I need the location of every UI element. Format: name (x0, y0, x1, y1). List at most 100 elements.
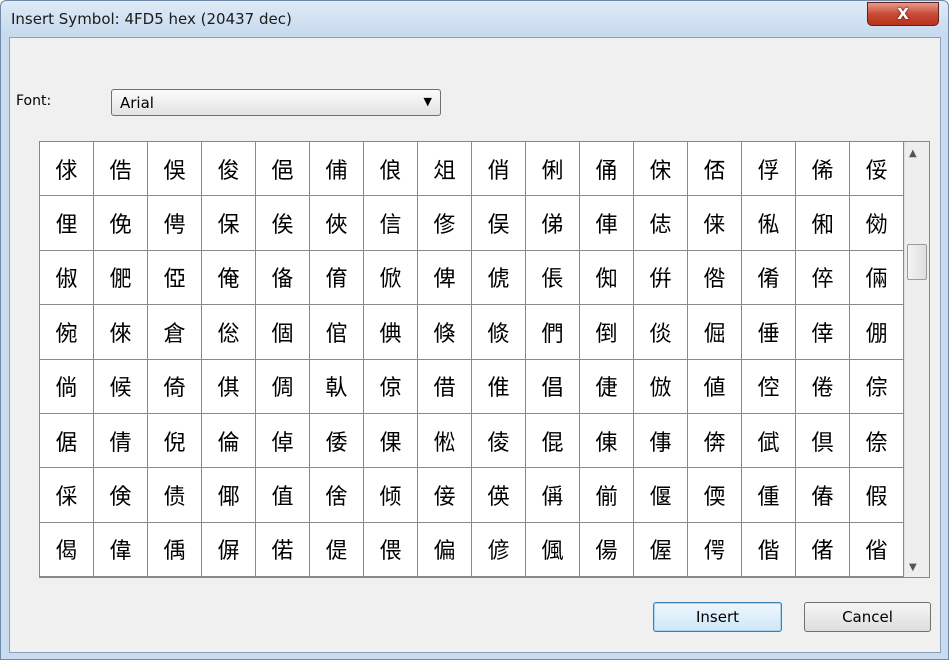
symbol-cell[interactable]: 俣 (472, 196, 526, 251)
symbol-cell[interactable]: 俤 (526, 196, 580, 251)
symbol-cell[interactable]: 偓 (634, 522, 688, 578)
symbol-cell[interactable]: 倨 (40, 413, 94, 469)
symbol-cell[interactable]: 俾 (418, 250, 472, 306)
symbol-cell[interactable]: 俷 (94, 250, 148, 306)
symbol-cell[interactable]: 們 (526, 305, 580, 360)
symbol-cell[interactable]: 偑 (526, 522, 580, 578)
cancel-button[interactable]: Cancel (804, 602, 931, 632)
symbol-cell[interactable]: 俀 (850, 142, 904, 197)
symbol-cell[interactable]: 倷 (850, 413, 904, 469)
symbol-cell[interactable]: 偎 (364, 522, 418, 578)
symbol-cell[interactable]: 偄 (688, 468, 742, 523)
close-button[interactable]: X (867, 2, 939, 26)
symbol-cell[interactable]: 倆 (850, 250, 904, 306)
symbol-cell[interactable]: 俍 (364, 142, 418, 197)
insert-button[interactable]: Insert (653, 602, 782, 632)
symbol-cell[interactable]: 偔 (688, 522, 742, 578)
symbol-cell[interactable]: 偋 (202, 522, 256, 578)
symbol-cell[interactable]: 保 (202, 196, 256, 251)
symbol-cell[interactable]: 偁 (526, 468, 580, 523)
symbol-cell[interactable]: 偍 (310, 522, 364, 578)
symbol-cell[interactable]: 俛 (94, 196, 148, 251)
symbol-cell[interactable]: 倚 (148, 359, 202, 414)
symbol-cell[interactable]: 倩 (94, 413, 148, 469)
symbol-cell[interactable]: 倐 (472, 305, 526, 360)
symbol-cell[interactable]: 倿 (418, 468, 472, 523)
symbol-cell[interactable]: 债 (148, 468, 202, 523)
symbol-cell[interactable]: 俟 (256, 196, 310, 251)
symbol-cell[interactable]: 倯 (418, 413, 472, 469)
symbol-cell[interactable]: 俑 (580, 142, 634, 197)
symbol-cell[interactable]: 俁 (148, 142, 202, 197)
symbol-cell[interactable]: 俹 (148, 250, 202, 306)
symbol-cell[interactable]: 倂 (634, 250, 688, 306)
symbol-cell[interactable]: 偀 (472, 468, 526, 523)
symbol-cell[interactable]: 倇 (40, 305, 94, 360)
symbol-cell[interactable]: 倛 (202, 359, 256, 414)
symbol-cell[interactable]: 倭 (310, 413, 364, 469)
symbol-cell[interactable]: 倽 (310, 468, 364, 523)
vertical-scrollbar[interactable]: ▲ ▼ (904, 142, 929, 577)
symbol-cell[interactable]: 倡 (526, 359, 580, 414)
symbol-cell[interactable]: 偌 (256, 522, 310, 578)
symbol-cell[interactable]: 俜 (148, 196, 202, 251)
symbol-cell[interactable]: 俌 (310, 142, 364, 197)
symbol-cell[interactable]: 倶 (796, 413, 850, 469)
symbol-cell[interactable]: 俚 (40, 196, 94, 251)
symbol-cell[interactable]: 倲 (580, 413, 634, 469)
symbol-cell[interactable]: 信 (364, 196, 418, 251)
symbol-cell[interactable]: 俖 (688, 142, 742, 197)
symbol-cell[interactable]: 倴 (688, 413, 742, 469)
symbol-cell[interactable]: 倘 (40, 359, 94, 414)
symbol-cell[interactable]: 俰 (796, 196, 850, 251)
symbol-cell[interactable]: 値 (688, 359, 742, 414)
symbol-cell[interactable]: 俲 (850, 196, 904, 251)
symbol-cell[interactable]: 倹 (94, 468, 148, 523)
symbol-cell[interactable]: 倀 (526, 250, 580, 306)
symbol-cell[interactable]: 偖 (796, 522, 850, 578)
symbol-cell[interactable]: 倢 (580, 359, 634, 414)
symbol-cell[interactable]: 俘 (742, 142, 796, 197)
symbol-cell[interactable]: 倪 (148, 413, 202, 469)
symbol-cell[interactable]: 倄 (742, 250, 796, 306)
symbol-cell[interactable]: 倧 (850, 359, 904, 414)
symbol-cell[interactable]: 倾 (364, 468, 418, 523)
scroll-down-arrow-icon[interactable]: ▼ (909, 562, 917, 573)
symbol-cell[interactable]: 偕 (742, 522, 796, 578)
symbol-cell[interactable]: 倦 (796, 359, 850, 414)
symbol-cell[interactable]: 俊 (202, 142, 256, 197)
symbol-cell[interactable]: 倅 (796, 250, 850, 306)
symbol-cell[interactable]: 倕 (742, 305, 796, 360)
symbol-cell[interactable]: 倠 (472, 359, 526, 414)
symbol-cell[interactable]: 倁 (580, 250, 634, 306)
symbol-cell[interactable]: 偒 (580, 522, 634, 578)
symbol-cell[interactable]: 俧 (634, 196, 688, 251)
symbol-cell[interactable]: 倵 (742, 413, 796, 469)
symbol-cell[interactable]: 俻 (256, 250, 310, 306)
symbol-cell[interactable]: 俠 (310, 196, 364, 251)
symbol-cell[interactable]: 俿 (472, 250, 526, 306)
symbol-cell[interactable]: 俏 (472, 142, 526, 197)
symbol-cell[interactable]: 倓 (634, 305, 688, 360)
symbol-cell[interactable]: 倈 (94, 305, 148, 360)
symbol-cell[interactable]: 倫 (202, 413, 256, 469)
symbol-cell[interactable]: 倎 (364, 305, 418, 360)
scroll-up-arrow-icon[interactable]: ▲ (909, 148, 917, 159)
symbol-cell[interactable]: 倖 (796, 305, 850, 360)
font-dropdown[interactable]: Arial ▼ (111, 89, 441, 116)
symbol-cell[interactable]: 個 (256, 305, 310, 360)
symbol-cell[interactable]: 值 (256, 468, 310, 523)
symbol-cell[interactable]: 倱 (526, 413, 580, 469)
symbol-cell[interactable]: 倗 (850, 305, 904, 360)
symbol-cell[interactable]: 倝 (310, 359, 364, 414)
symbol-cell[interactable]: 俬 (742, 196, 796, 251)
symbol-cell[interactable]: 俶 (40, 250, 94, 306)
symbol-cell[interactable]: 倞 (364, 359, 418, 414)
scroll-thumb[interactable] (907, 244, 927, 280)
symbol-cell[interactable]: 偂 (580, 468, 634, 523)
symbol-cell[interactable]: 偗 (850, 522, 904, 578)
symbol-cell[interactable]: 俐 (526, 142, 580, 197)
symbol-cell[interactable]: 偏 (418, 522, 472, 578)
symbol-cell[interactable]: 倔 (688, 305, 742, 360)
symbol-cell[interactable]: 偆 (796, 468, 850, 523)
